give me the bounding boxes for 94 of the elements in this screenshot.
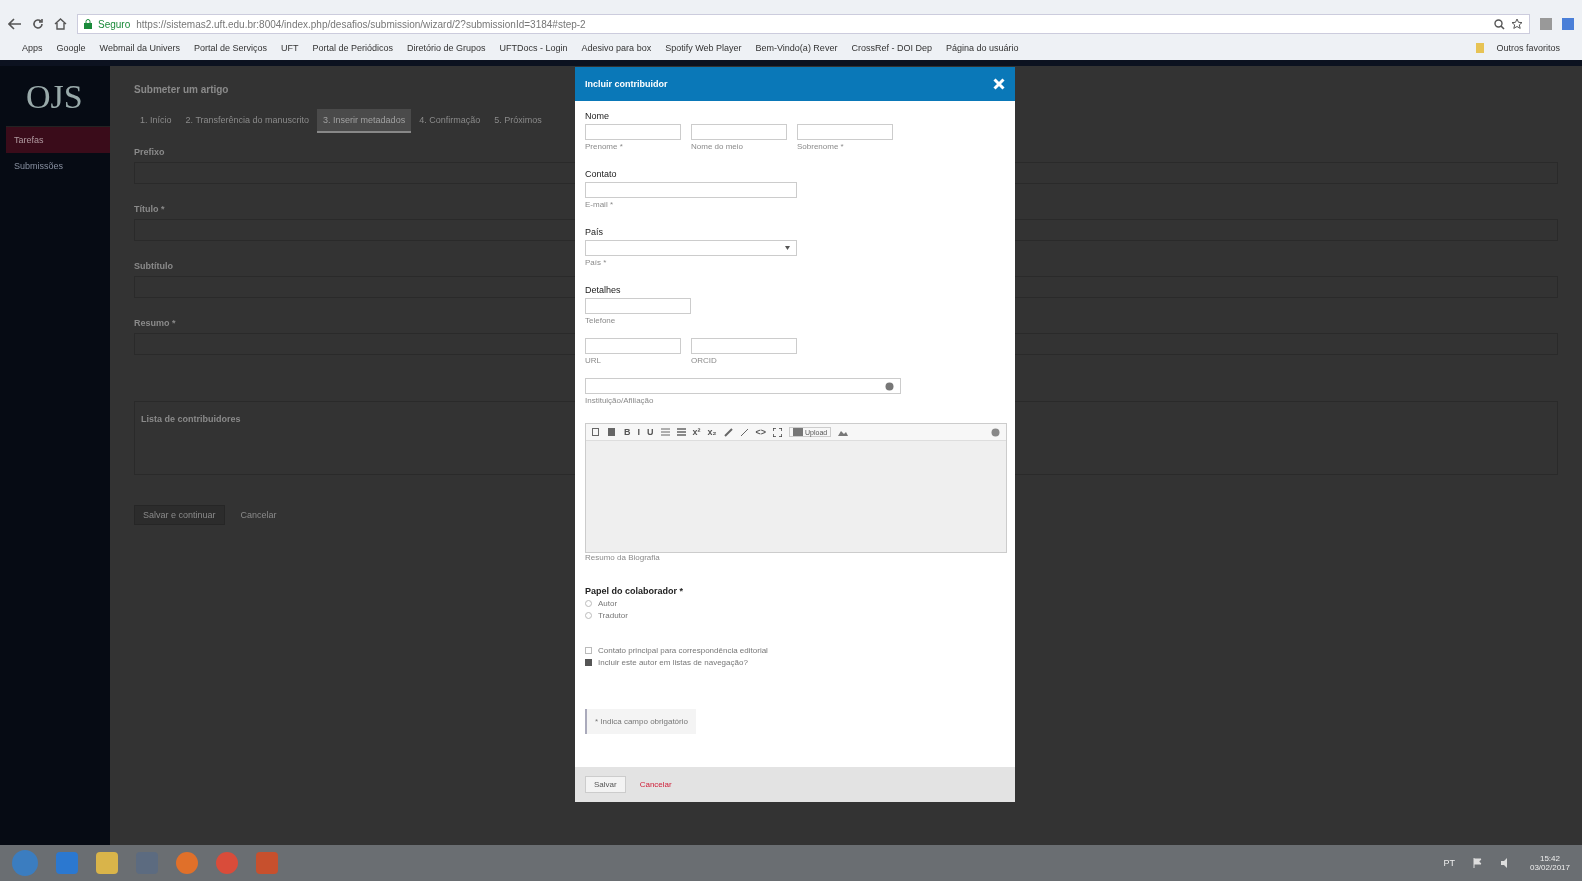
sidebar-item[interactable]: Tarefas: [6, 127, 110, 153]
lock-icon: [84, 19, 92, 29]
wizard-tab[interactable]: 2. Transferência do manuscrito: [179, 109, 316, 133]
bookmark-item[interactable]: Spotify Web Player: [665, 43, 742, 53]
cancel-link[interactable]: Cancelar: [633, 779, 678, 790]
dropdown-arrow-icon: [785, 246, 790, 250]
bookmark-item[interactable]: UFTDocs - Login: [499, 43, 568, 53]
section-label: Papel do colaborador *: [585, 586, 685, 596]
search-icon[interactable]: [1494, 18, 1505, 30]
url-input[interactable]: [585, 338, 681, 354]
section-label: País: [585, 227, 604, 237]
text-input[interactable]: [691, 124, 787, 140]
checkbox-label: Incluir este autor em listas de navegação?: [598, 658, 748, 667]
extension-icon[interactable]: [1540, 18, 1552, 30]
bookmark-item[interactable]: UFT: [280, 43, 299, 53]
fullscreen-icon[interactable]: [773, 427, 783, 437]
language-indicator[interactable]: PT: [1443, 858, 1455, 868]
image-icon[interactable]: [838, 428, 849, 436]
required-note: * Indica campo obrigatório: [585, 709, 696, 734]
bookmark-item[interactable]: Diretório de Grupos: [407, 43, 486, 53]
section-title: Lista de contribuidores: [141, 414, 241, 424]
checkbox-label: Contato principal para correspondência editorial: [598, 646, 768, 655]
field-hint: Sobrenome *: [797, 142, 845, 151]
bookmark-item[interactable]: Apps: [22, 43, 43, 53]
flag-icon[interactable]: [1472, 858, 1483, 868]
section-label: Nome: [585, 111, 610, 121]
email-input[interactable]: [585, 182, 797, 198]
wizard-tab[interactable]: 5. Próximos: [488, 109, 548, 133]
section-label: Detalhes: [585, 285, 622, 295]
image-icon: [793, 428, 804, 436]
list-icon[interactable]: [676, 428, 686, 436]
bookmark-item[interactable]: Página do usuário: [945, 43, 1019, 53]
close-icon[interactable]: [993, 78, 1005, 90]
phone-input[interactable]: [585, 298, 691, 314]
radio-label: Autor: [598, 599, 618, 608]
text-input[interactable]: [585, 124, 681, 140]
folder-icon[interactable]: [96, 852, 118, 874]
list-icon[interactable]: [660, 428, 670, 436]
copy-icon[interactable]: [592, 427, 601, 437]
bookmark-item[interactable]: Google: [56, 43, 86, 53]
field-hint: Instituição/Afiliação: [585, 396, 655, 405]
wizard-tab[interactable]: 1. Início: [134, 109, 178, 133]
field-hint: Telefone: [585, 316, 617, 325]
bookmark-item[interactable]: Webmail da Univers: [99, 43, 180, 53]
field-hint: URL: [585, 356, 602, 365]
wizard-tab[interactable]: 3. Inserir metadados: [317, 109, 412, 133]
save-continue-button[interactable]: Salvar e continuar: [134, 505, 225, 525]
field-label: Resumo *: [134, 318, 176, 328]
checkbox[interactable]: [585, 647, 592, 654]
format-button[interactable]: U: [647, 427, 654, 437]
format-button[interactable]: I: [637, 427, 640, 437]
orcid-input[interactable]: [691, 338, 797, 354]
field-hint: ORCID: [691, 356, 718, 365]
sidebar-item[interactable]: Submissões: [6, 153, 110, 179]
field-hint: E-mail *: [585, 200, 614, 209]
bookmark-item[interactable]: Adesivo para box: [581, 43, 652, 53]
secure-label: Seguro: [98, 18, 131, 30]
bookmark-item[interactable]: CrossRef - DOI Dep: [851, 43, 932, 53]
affiliation-input[interactable]: [585, 378, 901, 394]
field-hint: Nome do meio: [691, 142, 745, 151]
clock-date[interactable]: 03/02/2017: [1529, 863, 1570, 872]
paste-icon[interactable]: [608, 427, 617, 437]
field-hint: Resumo da Biografia: [585, 553, 661, 562]
star-icon[interactable]: [1511, 18, 1523, 30]
format-button[interactable]: x₂: [707, 427, 717, 437]
page-title: Submeter um artigo: [134, 84, 229, 95]
text-input[interactable]: [797, 124, 893, 140]
field-hint: País *: [585, 258, 608, 267]
field-hint: Prenome *: [585, 142, 624, 151]
section-label: Contato: [585, 169, 618, 179]
radio-label: Tradutor: [598, 611, 628, 620]
reload-icon[interactable]: [32, 18, 44, 30]
start-button[interactable]: [12, 850, 38, 876]
format-button[interactable]: x²: [692, 427, 701, 437]
bookmark-item[interactable]: Portal de Serviços: [193, 43, 267, 53]
address-bar[interactable]: Seguro https://sistemas2.uft.edu.br:8004/index.php/desafios/submission/wizard/2?submissionId=3184#step-2: [77, 14, 1530, 34]
home-icon[interactable]: [54, 18, 67, 30]
field-label: Subtítulo: [134, 261, 173, 271]
country-select[interactable]: [585, 240, 797, 256]
wizard-tab[interactable]: 4. Confirmação: [413, 109, 487, 133]
back-icon[interactable]: [8, 18, 22, 30]
url-text: https://sistemas2.uft.edu.br:8004/index.php/desafios/submission/wizard/2?submissionId=3184#step-2: [136, 18, 586, 30]
clock-time[interactable]: 15:42: [1539, 854, 1560, 863]
field-label: Prefixo: [134, 147, 165, 157]
cancel-link[interactable]: Cancelar: [234, 505, 283, 525]
checkbox[interactable]: [585, 659, 592, 666]
field-label: Título *: [134, 204, 165, 214]
save-button[interactable]: Salvar: [585, 776, 626, 793]
bookmark-item[interactable]: Bem-Vindo(a) Rever: [755, 43, 838, 53]
format-button[interactable]: B: [624, 427, 631, 437]
bookmark-item[interactable]: Portal de Periódicos: [312, 43, 393, 53]
dialog-title: Incluir contribuidor: [585, 79, 668, 89]
format-button[interactable]: <>: [755, 427, 767, 437]
extension-icon[interactable]: [1562, 18, 1574, 30]
